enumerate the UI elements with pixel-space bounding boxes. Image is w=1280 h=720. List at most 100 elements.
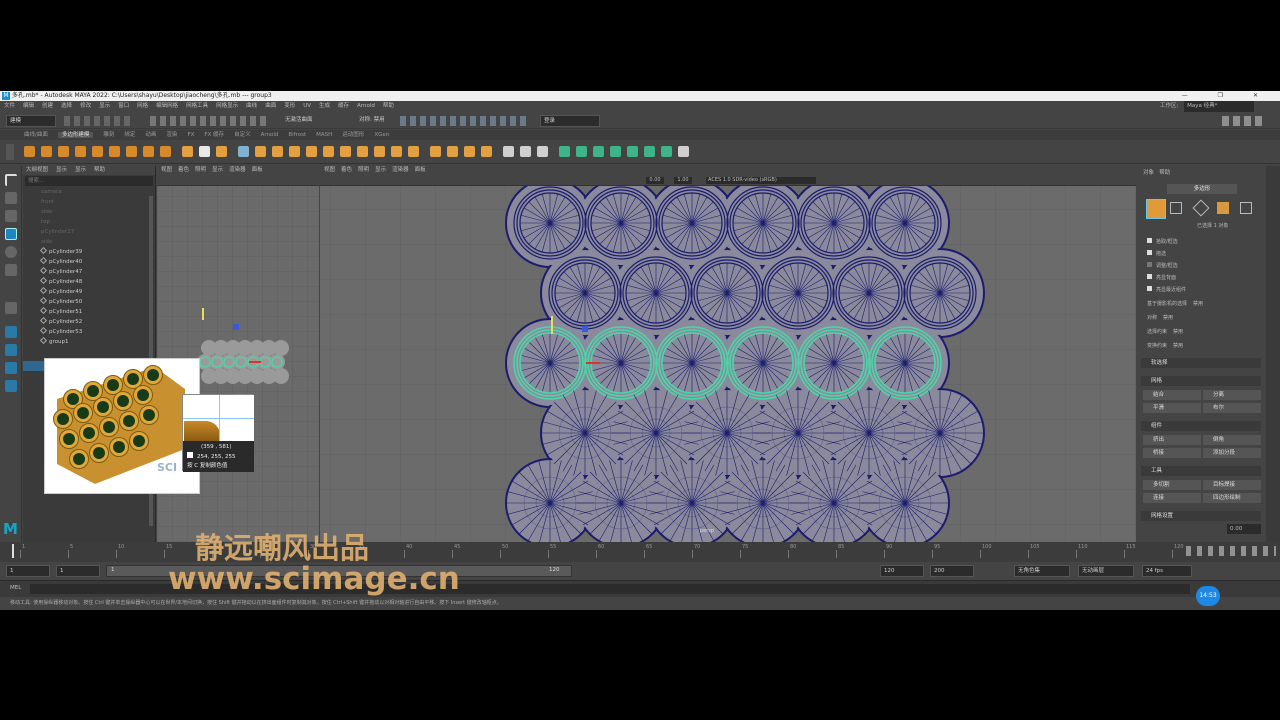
select-tool-icon[interactable] — [5, 174, 17, 186]
exposure-field[interactable]: 0.00 — [646, 177, 664, 184]
menu-item[interactable]: 编辑 — [23, 103, 34, 109]
menu-item[interactable]: 帮助 — [383, 103, 394, 109]
shelf-tab[interactable]: 曲线/曲面 — [24, 132, 48, 138]
mesh-cell[interactable] — [726, 326, 800, 400]
main-viewport[interactable]: 视图 着色 照明 显示 渲染器 面板 0.00 1.00 ACES 1.0 SDR-vid… — [320, 166, 1136, 542]
two-view-icon[interactable] — [5, 362, 17, 374]
face-mode-icon[interactable] — [1217, 202, 1229, 214]
mesh-cell[interactable] — [797, 186, 871, 260]
viewport-menu-item[interactable]: 面板 — [415, 167, 426, 173]
outliner-menu-item[interactable]: 帮助 — [94, 167, 105, 173]
mesh-cell[interactable] — [761, 256, 835, 330]
outliner-item[interactable]: front — [23, 197, 155, 207]
shelf-tool-icon[interactable] — [678, 146, 689, 157]
shelf-tool-icon[interactable] — [576, 146, 587, 157]
shelf-tool-icon[interactable] — [272, 146, 283, 157]
extrude-button[interactable]: 挤出 — [1143, 435, 1201, 445]
shelf-tab[interactable]: MASH — [316, 132, 332, 138]
shelf-tool-icon[interactable] — [24, 146, 35, 157]
four-view-icon[interactable] — [5, 344, 17, 356]
render-icons[interactable] — [400, 116, 530, 126]
soft-mod-icon[interactable] — [5, 302, 17, 314]
mesh-cell[interactable] — [548, 256, 622, 330]
mel-label[interactable]: MEL — [10, 585, 21, 591]
viewport-menu-item[interactable]: 照明 — [358, 167, 369, 173]
mesh-cell[interactable] — [690, 256, 764, 330]
menu-item[interactable]: 创建 — [42, 103, 53, 109]
shelf-tab[interactable]: 绑定 — [124, 132, 135, 138]
playback-controls[interactable] — [1186, 546, 1276, 556]
shelf-tool-icon[interactable] — [408, 146, 419, 157]
menu-item[interactable]: Arnold — [357, 103, 375, 109]
rotate-tool-icon[interactable] — [5, 246, 17, 258]
shelf-tab[interactable]: 动画 — [145, 132, 156, 138]
mesh-cell[interactable] — [513, 326, 587, 400]
side-tabs[interactable] — [1266, 166, 1280, 542]
bevel-button[interactable]: 倒角 — [1203, 435, 1261, 445]
gamma-field[interactable]: 1.00 — [674, 177, 692, 184]
menu-item[interactable]: 选择 — [61, 103, 72, 109]
separate-button[interactable]: 分离 — [1203, 390, 1261, 400]
shelf-tool-icon[interactable] — [289, 146, 300, 157]
outliner-item[interactable]: side — [23, 237, 155, 247]
menu-item[interactable]: 文件 — [4, 103, 15, 109]
shelf-tool-icon[interactable] — [593, 146, 604, 157]
mesh-cell[interactable] — [868, 326, 942, 400]
shelf-tool-icon[interactable] — [661, 146, 672, 157]
section-components[interactable]: 组件 — [1141, 421, 1261, 431]
shelf-tab[interactable]: 多边形建模 — [57, 132, 94, 138]
selection-mask-icons[interactable] — [150, 116, 270, 126]
outliner-item[interactable]: pCylinder49 — [23, 286, 155, 297]
mesh-cell[interactable] — [619, 256, 693, 330]
outliner-item[interactable]: pCylinder51 — [23, 306, 155, 317]
shelf-tool-icon[interactable] — [503, 146, 514, 157]
tab-object[interactable]: 对象 — [1143, 170, 1154, 176]
viewport-menu-item[interactable]: 显示 — [375, 167, 386, 173]
shelf-tool-icon[interactable] — [357, 146, 368, 157]
menu-item[interactable]: 网格工具 — [186, 103, 208, 109]
shelf-tool-icon[interactable] — [610, 146, 621, 157]
shelf-tool-icon[interactable] — [306, 146, 317, 157]
recorder-timer[interactable]: 14:53 — [1196, 586, 1220, 606]
outliner-menu-item[interactable]: 显示 — [75, 167, 86, 173]
shelf-tab[interactable]: 雕刻 — [103, 132, 114, 138]
viewport-menu-item[interactable]: 显示 — [212, 167, 223, 173]
outliner-item[interactable]: pCylinder53 — [23, 326, 155, 337]
viewport-menu-item[interactable]: 渲染器 — [392, 167, 409, 173]
mesh-cell[interactable] — [584, 186, 658, 260]
mesh-cell[interactable] — [896, 389, 984, 477]
outliner-item[interactable]: camera — [23, 187, 155, 197]
fps-dropdown[interactable]: 24 fps — [1142, 565, 1192, 577]
outliner-item[interactable]: pCylinder47 — [23, 266, 155, 277]
shelf-tool-icon[interactable] — [447, 146, 458, 157]
start-frame-field[interactable]: 1 — [6, 565, 50, 577]
poly-mode-title[interactable]: 多边形 — [1167, 184, 1237, 194]
mesh-cell[interactable] — [655, 186, 729, 260]
mesh-cell[interactable] — [655, 326, 729, 400]
shelf-tool-icon[interactable] — [216, 146, 227, 157]
shelf-tab[interactable]: 渲染 — [166, 132, 177, 138]
character-set-dropdown[interactable]: 无角色集 — [1014, 565, 1070, 577]
shelf-tool-icon[interactable] — [160, 146, 171, 157]
move-tool-icon[interactable] — [5, 228, 17, 240]
menu-item[interactable]: 曲面 — [265, 103, 276, 109]
menu-item[interactable]: 网格显示 — [216, 103, 238, 109]
quad-draw-button[interactable]: 四边形绘制 — [1203, 493, 1261, 503]
menu-item[interactable]: 网格 — [137, 103, 148, 109]
outliner-item[interactable]: pCylinder40 — [23, 256, 155, 267]
selection-option[interactable]: 拖选 — [1147, 250, 1166, 257]
menu-item[interactable]: 修改 — [80, 103, 91, 109]
shelf-menu-icon[interactable] — [6, 144, 14, 160]
menu-item[interactable]: UV — [303, 103, 311, 109]
outliner-layout-icon[interactable] — [5, 380, 17, 392]
menu-item[interactable]: 曲线 — [246, 103, 257, 109]
colorspace-dropdown[interactable]: ACES 1.0 SDR-video (sRGB) — [706, 177, 816, 184]
mesh-cell[interactable] — [726, 186, 800, 260]
outliner-item[interactable]: pCylinder39 — [23, 246, 155, 257]
shelf-tool-icon[interactable] — [109, 146, 120, 157]
outliner-item[interactable]: top — [23, 217, 155, 227]
shelf-tool-icon[interactable] — [323, 146, 334, 157]
shelf-tool-icon[interactable] — [464, 146, 475, 157]
shelf-tool-icon[interactable] — [143, 146, 154, 157]
shelf-tool-icon[interactable] — [255, 146, 266, 157]
